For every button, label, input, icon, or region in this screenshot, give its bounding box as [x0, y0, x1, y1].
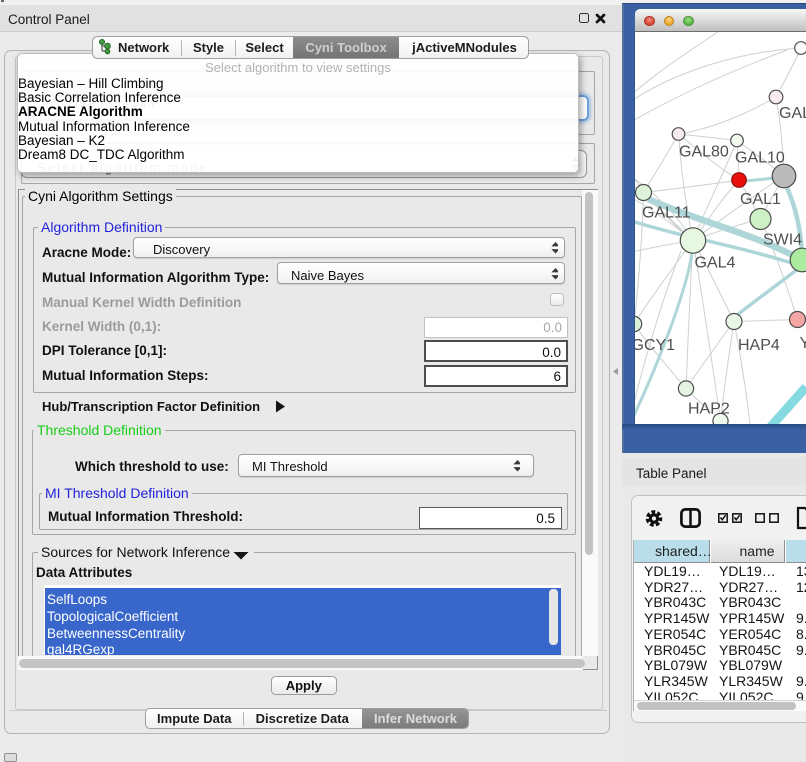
svg-text:GAL7: GAL7 [779, 105, 806, 122]
svg-text:SWI4: SWI4 [763, 232, 802, 249]
svg-text:GAL10: GAL10 [735, 150, 785, 167]
svg-text:HAP4: HAP4 [738, 337, 780, 354]
svg-text:GAL80: GAL80 [679, 144, 729, 161]
svg-text:HAP2: HAP2 [688, 401, 730, 418]
svg-text:GAL4: GAL4 [695, 255, 736, 272]
svg-text:YE: YE [800, 335, 806, 352]
svg-text:GAL11: GAL11 [642, 205, 691, 222]
svg-text:GCY1: GCY1 [635, 337, 675, 354]
svg-text:GAL1: GAL1 [740, 191, 781, 208]
